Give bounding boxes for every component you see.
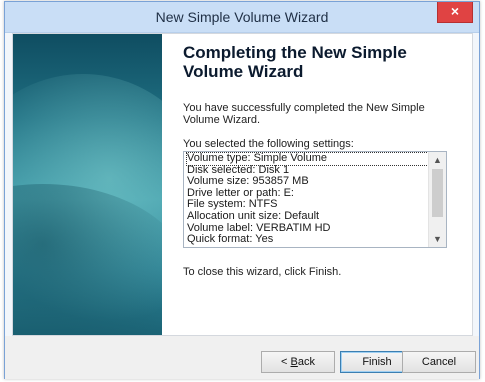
wizard-content: Completing the New Simple Volume Wizard … bbox=[12, 33, 473, 336]
banner-wave-shadow bbox=[13, 184, 162, 335]
back-prefix: < bbox=[281, 356, 291, 368]
button-bar: < Back Finish Cancel bbox=[5, 336, 479, 379]
settings-lines: Volume type: Simple Volume Disk selected… bbox=[186, 152, 429, 246]
back-accelerator: B bbox=[290, 356, 298, 368]
chevron-up-icon[interactable]: ▲ bbox=[429, 153, 446, 167]
intro-text: You have successfully completed the New … bbox=[183, 102, 425, 126]
close-icon: × bbox=[450, 3, 460, 19]
wizard-window: New Simple Volume Wizard × Completing th… bbox=[4, 1, 480, 379]
chevron-down-icon[interactable]: ▼ bbox=[429, 232, 446, 246]
window-title: New Simple Volume Wizard bbox=[155, 9, 329, 25]
title-bar[interactable]: New Simple Volume Wizard × bbox=[5, 2, 479, 33]
wizard-heading: Completing the New Simple Volume Wizard bbox=[183, 43, 407, 81]
settings-line: Quick format: Yes bbox=[187, 233, 274, 246]
back-button[interactable]: < Back bbox=[261, 351, 335, 373]
settings-label: You selected the following settings: bbox=[183, 138, 354, 150]
settings-summary-list[interactable]: Volume type: Simple Volume Disk selected… bbox=[183, 151, 447, 248]
settings-line: Volume type: Simple Volume bbox=[186, 152, 429, 166]
close-button[interactable]: × bbox=[437, 2, 473, 23]
wizard-side-banner bbox=[13, 34, 162, 335]
settings-line: Allocation unit size: Default bbox=[187, 209, 320, 222]
cancel-button[interactable]: Cancel bbox=[402, 351, 476, 373]
scrollbar-thumb[interactable] bbox=[432, 169, 443, 217]
back-label-rest: ack bbox=[297, 356, 315, 368]
settings-scrollbar[interactable]: ▲ ▼ bbox=[428, 152, 446, 247]
closing-instruction: To close this wizard, click Finish. bbox=[183, 266, 342, 278]
